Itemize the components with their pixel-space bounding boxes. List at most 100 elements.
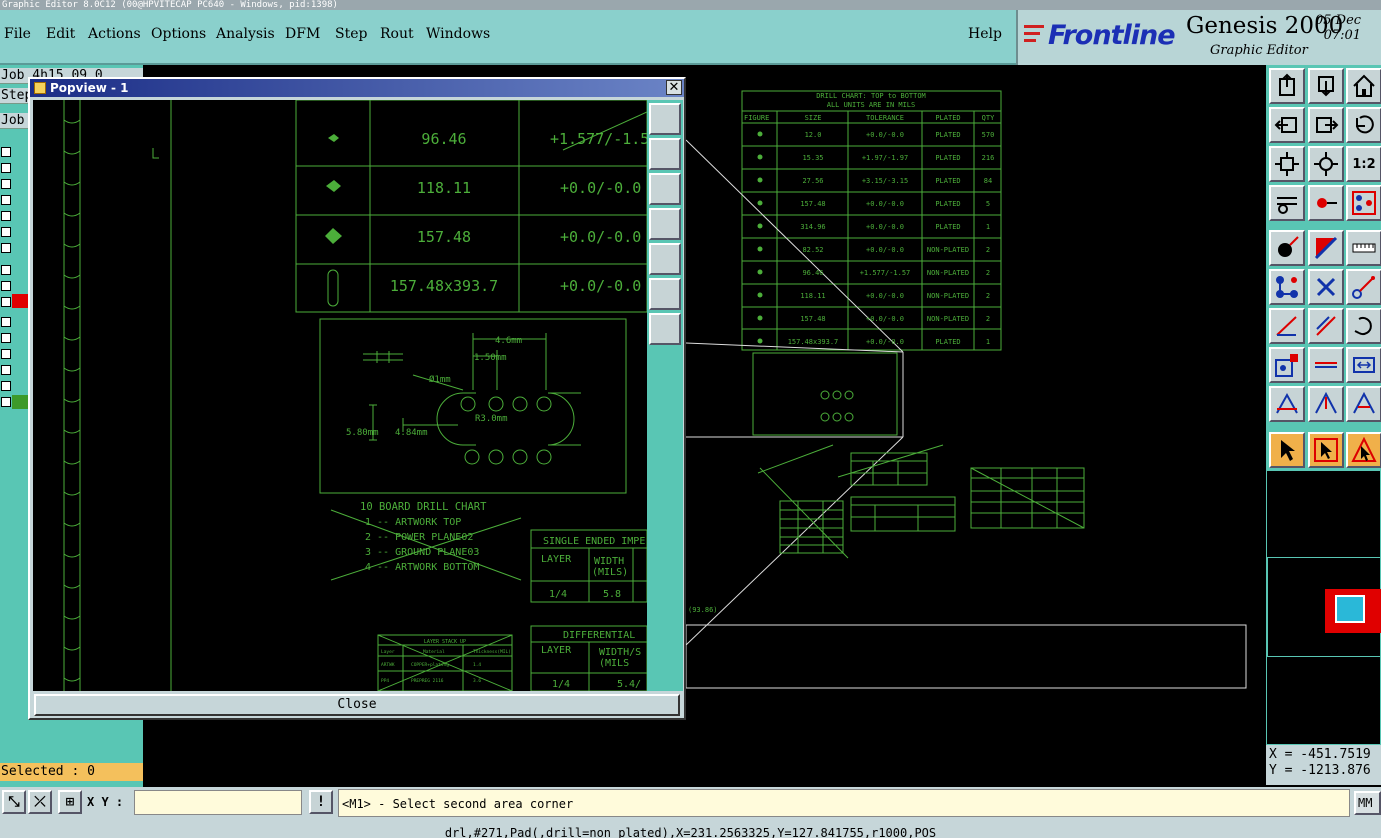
pv-differential-row-layer: 1/4 [552, 679, 570, 690]
rail-mark [63, 150, 81, 155]
popview-canvas[interactable]: 96.46 +1.577/-1.5 118.11 +0.0/-0.0 157.4… [33, 100, 647, 691]
main-drill-cell: 157.48 [800, 315, 825, 323]
layer-checkbox[interactable] [1, 381, 11, 391]
peak-tool-icon[interactable] [1308, 386, 1344, 422]
menu-rout[interactable]: Rout [380, 26, 414, 42]
layer-checkbox[interactable] [1, 147, 11, 157]
pv-pan-left-icon[interactable] [649, 208, 681, 240]
main-drill-cell: 82.52 [802, 246, 823, 254]
pv-pan-down-icon[interactable] [649, 173, 681, 205]
connect-pads-icon[interactable] [1269, 269, 1305, 305]
main-drill-cell: PLATED [935, 338, 960, 346]
grid-icon[interactable]: ⊞ [58, 790, 82, 814]
horizontal-line-icon[interactable] [1308, 347, 1344, 383]
select-arrow-icon[interactable] [1269, 432, 1305, 468]
layer-checkbox[interactable] [1, 281, 11, 291]
main-drill-header-tolerance: TOLERANCE [866, 114, 904, 122]
add-surface-icon[interactable] [1308, 230, 1344, 266]
snap-off-icon[interactable]: ⤫ [28, 790, 52, 814]
layer-checkbox[interactable] [1, 195, 11, 205]
rail-mark [63, 677, 81, 682]
pv-stackup-title: LAYER STACK UP [424, 639, 466, 645]
pv-zoom-fit-icon[interactable] [649, 278, 681, 310]
layer-checkbox[interactable] [1, 365, 11, 375]
layer-checkbox[interactable] [1, 297, 11, 307]
layer-checkbox[interactable] [1, 333, 11, 343]
popview-titlebar[interactable]: Popview - 1 [30, 79, 684, 97]
pv-pan-right-icon[interactable] [649, 243, 681, 275]
ruler-icon[interactable] [1346, 230, 1381, 266]
rail-mark [63, 305, 81, 310]
layer-checkbox[interactable] [1, 227, 11, 237]
triangle-tool-icon[interactable] [1269, 386, 1305, 422]
zoom-fit-icon[interactable] [1269, 146, 1305, 182]
net-tool-icon[interactable] [1346, 185, 1381, 221]
move-left-icon[interactable] [1269, 107, 1305, 143]
main-drill-figure [757, 154, 763, 160]
layer-checkbox[interactable] [1, 163, 11, 173]
pv-size-2: 118.11 [417, 179, 471, 197]
menu-windows[interactable]: Windows [426, 26, 490, 42]
add-line-icon[interactable] [1269, 308, 1305, 344]
main-drill-cell: NON-PLATED [927, 246, 969, 254]
popview-close-x-button[interactable]: ✕ [666, 80, 682, 95]
snap-point-icon[interactable] [1269, 347, 1305, 383]
overview-viewport[interactable] [1325, 589, 1381, 633]
pv-zoom-window-icon[interactable] [649, 103, 681, 135]
overview-preview[interactable] [1266, 470, 1381, 745]
pv-board-chart-line-4: 4 -- ARTWORK BOTTOM [365, 562, 479, 573]
overview-board [1335, 595, 1365, 623]
pv-zoom-center-icon[interactable] [649, 313, 681, 345]
pv-size-4: 157.48x393.7 [390, 277, 498, 295]
menu-dfm[interactable]: DFM [285, 26, 320, 42]
move-right-icon[interactable] [1308, 107, 1344, 143]
pv-pan-up-icon[interactable] [649, 138, 681, 170]
menu-edit[interactable]: Edit [46, 26, 75, 42]
move-feature-icon[interactable] [1346, 269, 1381, 305]
resize-icon[interactable]: ⤡ [2, 790, 26, 814]
arch-tool-icon[interactable] [1346, 386, 1381, 422]
undo-zoom-icon[interactable] [1346, 107, 1381, 143]
units-button[interactable]: MM [1354, 791, 1381, 815]
pv-differential-row-width: 5.4/ [617, 679, 641, 690]
add-pad-icon[interactable] [1269, 230, 1305, 266]
zoom-center-icon[interactable] [1308, 146, 1344, 182]
layer-checkbox[interactable] [1, 397, 11, 407]
layer-checkbox[interactable] [1, 211, 11, 221]
menu-help[interactable]: Help [968, 26, 1002, 42]
menu-actions[interactable]: Actions [88, 26, 141, 42]
layer-checkbox[interactable] [1, 265, 11, 275]
exclaim-button[interactable]: ! [309, 790, 333, 814]
move-down-icon[interactable] [1308, 68, 1344, 104]
pv-tol-1: +1.577/-1.5 [550, 130, 647, 148]
delete-feature-icon[interactable] [1308, 269, 1344, 305]
select-area-icon[interactable] [1308, 432, 1344, 468]
rail-mark [63, 553, 81, 558]
pv-differential-col-width: WIDTH/S [599, 647, 641, 658]
xy-input[interactable] [134, 790, 302, 815]
layer-checkbox[interactable] [1, 349, 11, 359]
popview-close-button[interactable]: Close [34, 694, 680, 716]
stretch-icon[interactable] [1346, 347, 1381, 383]
menu-file[interactable]: File [4, 26, 31, 42]
measure-tool-icon[interactable] [1269, 185, 1305, 221]
select-poly-icon[interactable] [1346, 432, 1381, 468]
step-label: Step [0, 88, 33, 104]
draw-line-icon[interactable] [1308, 308, 1344, 344]
layer-checkbox[interactable] [1, 317, 11, 327]
menu-analysis[interactable]: Analysis [216, 26, 275, 42]
menu-step[interactable]: Step [335, 26, 367, 42]
menu-options[interactable]: Options [151, 26, 206, 42]
rotate-icon[interactable] [1346, 308, 1381, 344]
layer-checkbox[interactable] [1, 179, 11, 189]
logo-brand: Frontline [1048, 20, 1176, 51]
main-drill-cell: 1 [986, 338, 990, 346]
zoom-one-to-two-icon[interactable]: 1:2 [1346, 146, 1381, 182]
main-drill-cell: 96.46 [802, 269, 823, 277]
pin-tool-icon[interactable] [1308, 185, 1344, 221]
main-drill-cell: +1.97/-1.97 [862, 154, 908, 162]
layer-checkbox[interactable] [1, 243, 11, 253]
layer-color-swatch [12, 395, 28, 409]
move-up-icon[interactable] [1269, 68, 1305, 104]
home-icon[interactable] [1346, 68, 1381, 104]
